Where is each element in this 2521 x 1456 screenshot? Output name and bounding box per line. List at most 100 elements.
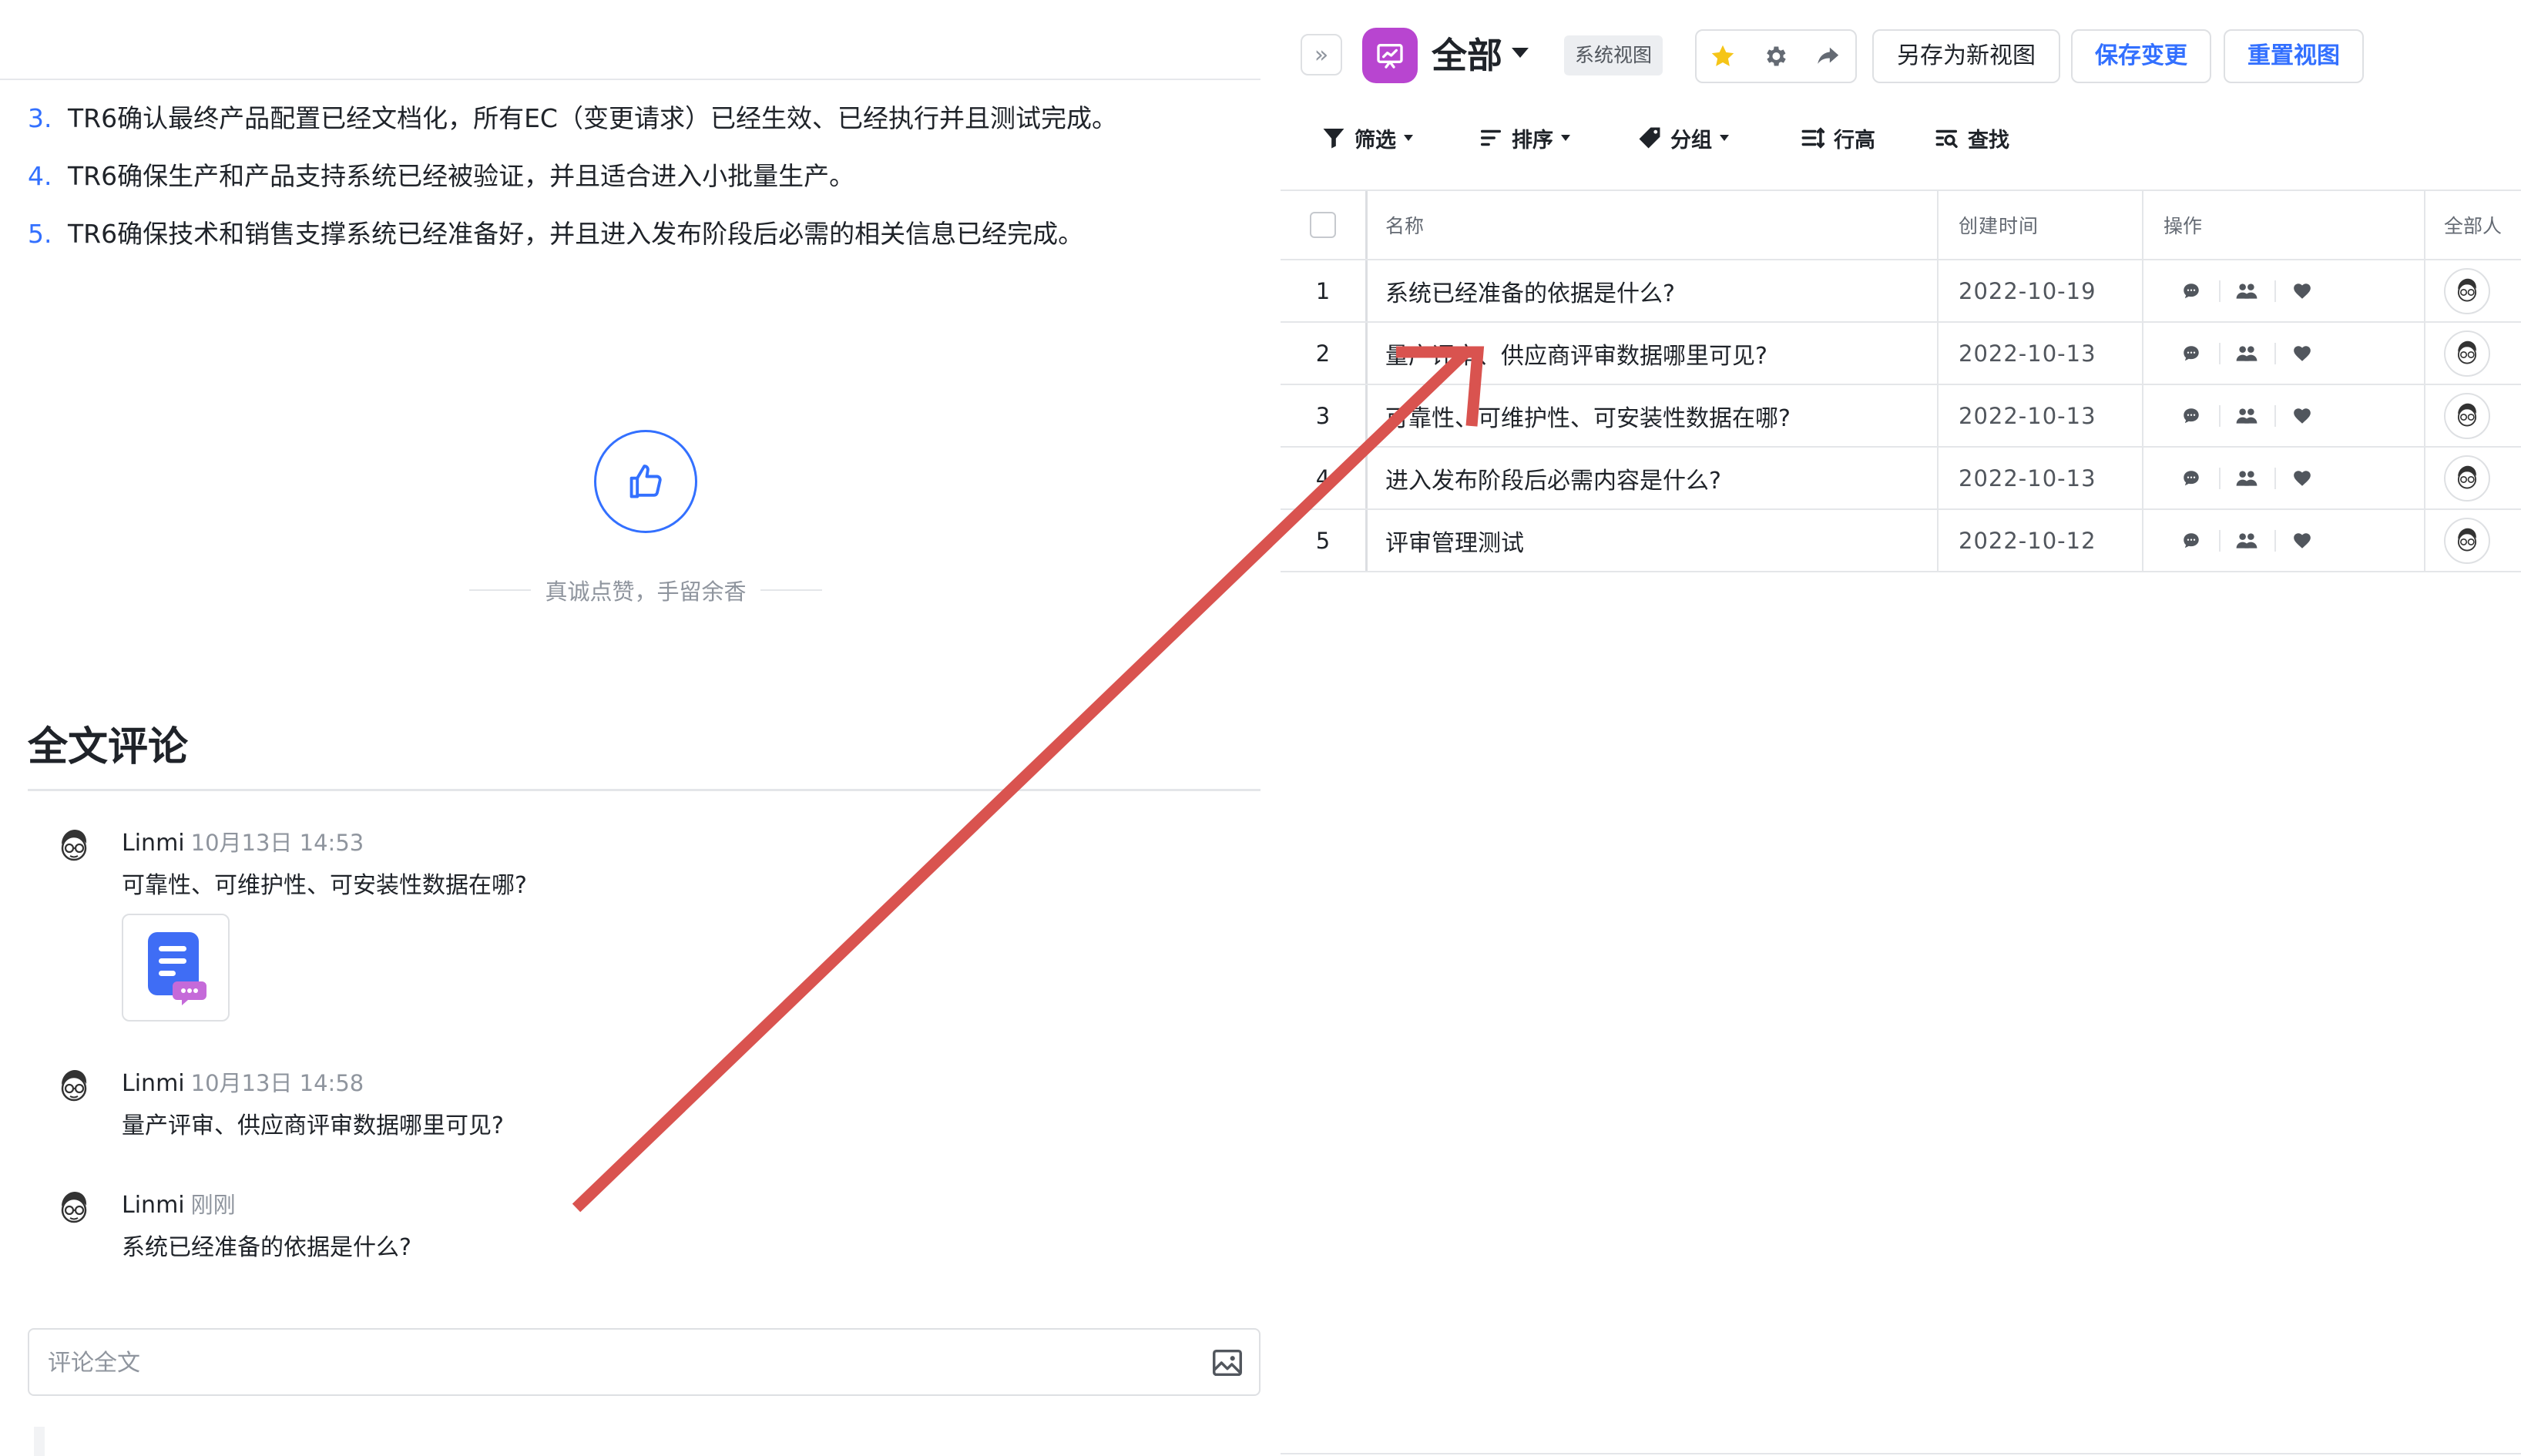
comment-meta: Linmi 10月13日 14:53 bbox=[122, 826, 364, 864]
like-row-button[interactable] bbox=[2274, 463, 2330, 494]
like-row-button[interactable] bbox=[2274, 276, 2330, 307]
row-index: 1 bbox=[1315, 277, 1331, 304]
list-item-text: TR6确保生产和产品支持系统已经被验证，并且适合进入小批量生产。 bbox=[68, 161, 855, 191]
avatar[interactable] bbox=[2444, 267, 2490, 314]
table-row[interactable]: 5 评审管理测试 2022-10-12 bbox=[1281, 510, 2521, 572]
row-name[interactable]: 评审管理测试 bbox=[1367, 510, 1937, 571]
favorite-button[interactable] bbox=[1697, 31, 1749, 82]
comment-input-box bbox=[28, 1328, 1260, 1396]
comment-button[interactable] bbox=[2163, 525, 2219, 556]
avatar[interactable] bbox=[2444, 330, 2490, 377]
filter-button[interactable]: 筛选 bbox=[1321, 120, 1413, 156]
row-created: 2022-10-13 bbox=[1959, 402, 2096, 429]
table-row[interactable]: 2 量产评审、供应商评审数据哪里可见? 2022-10-13 bbox=[1281, 323, 2521, 385]
heart-icon bbox=[2294, 283, 2311, 299]
list-item-number: 3. bbox=[28, 103, 52, 133]
sort-label: 排序 bbox=[1512, 128, 1553, 153]
user-avatar-icon bbox=[2457, 403, 2477, 427]
comment-button[interactable] bbox=[2163, 401, 2219, 431]
document-comment-icon bbox=[148, 932, 206, 1005]
select-all-checkbox[interactable] bbox=[1310, 212, 1336, 238]
list-item-text: TR6确认最终产品配置已经文档化，所有EC（变更请求）已经生效、已经执行并且测试… bbox=[68, 103, 1117, 133]
comment-author[interactable]: Linmi bbox=[122, 1192, 185, 1219]
thumbs-up-icon bbox=[629, 465, 662, 498]
column-header-name[interactable]: 名称 bbox=[1367, 191, 1937, 259]
avatar[interactable] bbox=[2444, 455, 2490, 502]
group-label: 分组 bbox=[1670, 128, 1712, 153]
records-table: 名称 创建时间 操作 全部人 1 系统已经准备的依据是什么? 2022-10-1… bbox=[1281, 190, 2521, 572]
column-header-created[interactable]: 创建时间 bbox=[1939, 191, 2142, 259]
members-button[interactable] bbox=[2219, 276, 2274, 307]
members-button[interactable] bbox=[2219, 401, 2274, 431]
row-member bbox=[2425, 510, 2521, 571]
row-name[interactable]: 量产评审、供应商评审数据哪里可见? bbox=[1367, 323, 1937, 384]
heart-icon bbox=[2294, 532, 2311, 549]
comment-input[interactable] bbox=[48, 1344, 1173, 1382]
like-row-button[interactable] bbox=[2274, 525, 2330, 556]
comment-author[interactable]: Linmi bbox=[122, 830, 185, 857]
heart-icon bbox=[2294, 345, 2311, 361]
table-row[interactable]: 1 系统已经准备的依据是什么? 2022-10-19 bbox=[1281, 260, 2521, 323]
save-as-new-view-button[interactable]: 另存为新视图 bbox=[1872, 29, 2060, 83]
row-member bbox=[2425, 385, 2521, 446]
avatar[interactable] bbox=[2444, 392, 2490, 439]
gear-icon bbox=[1767, 46, 1786, 66]
system-view-badge: 系统视图 bbox=[1564, 35, 1663, 75]
share-button[interactable] bbox=[1801, 31, 1854, 82]
comment-icon bbox=[2184, 470, 2199, 485]
heart-icon bbox=[2294, 470, 2311, 486]
settings-button[interactable] bbox=[1749, 31, 1801, 82]
comment-icon bbox=[2184, 408, 2199, 423]
like-caption-text: 真诚点赞，手留余香 bbox=[545, 579, 747, 605]
members-button[interactable] bbox=[2219, 525, 2274, 556]
avatar bbox=[61, 1192, 87, 1223]
comment-button[interactable] bbox=[2163, 338, 2219, 369]
find-label: 查找 bbox=[1968, 128, 2009, 153]
comments-title: 全文评论 bbox=[28, 724, 189, 770]
table-row[interactable]: 4 进入发布阶段后必需内容是什么? 2022-10-13 bbox=[1281, 448, 2521, 510]
comment-button[interactable] bbox=[2163, 276, 2219, 307]
filter-label: 筛选 bbox=[1354, 128, 1396, 153]
members-button[interactable] bbox=[2219, 463, 2274, 494]
view-title[interactable]: 全部 bbox=[1432, 28, 1502, 83]
image-upload-icon[interactable] bbox=[1210, 1345, 1245, 1381]
row-name[interactable]: 进入发布阶段后必需内容是什么? bbox=[1367, 448, 1937, 508]
comment-icon bbox=[2184, 283, 2199, 298]
avatar[interactable] bbox=[2444, 517, 2490, 564]
users-icon bbox=[2236, 408, 2257, 424]
like-row-button[interactable] bbox=[2274, 338, 2330, 369]
row-height-button[interactable]: 行高 bbox=[1800, 120, 1875, 156]
chevron-double-right-icon: » bbox=[1314, 41, 1329, 69]
list-item: 3. TR6确认最终产品配置已经文档化，所有EC（变更请求）已经生效、已经执行并… bbox=[28, 99, 1230, 156]
like-row-button[interactable] bbox=[2274, 401, 2330, 431]
caret-down-icon bbox=[1404, 135, 1413, 141]
group-button[interactable]: 分组 bbox=[1636, 120, 1729, 156]
list-item-number: 4. bbox=[28, 161, 52, 191]
row-member bbox=[2425, 260, 2521, 321]
comment-attachment[interactable] bbox=[122, 914, 230, 1022]
column-header-ops[interactable]: 操作 bbox=[2143, 191, 2424, 259]
comment-item: Linmi 刚刚 系统已经准备的依据是什么? bbox=[55, 1188, 1211, 1273]
users-icon bbox=[2236, 470, 2257, 486]
sort-button[interactable]: 排序 bbox=[1478, 120, 1570, 156]
avatar bbox=[61, 1070, 87, 1102]
view-dropdown-icon[interactable] bbox=[1512, 48, 1529, 58]
row-name[interactable]: 可靠性、可维护性、可安装性数据在哪? bbox=[1367, 385, 1937, 446]
comment-button[interactable] bbox=[2163, 463, 2219, 494]
row-name[interactable]: 系统已经准备的依据是什么? bbox=[1367, 260, 1937, 321]
table-row[interactable]: 3 可靠性、可维护性、可安装性数据在哪? 2022-10-13 bbox=[1281, 385, 2521, 448]
comment-time: 刚刚 bbox=[190, 1192, 236, 1218]
column-header-all[interactable]: 全部人 bbox=[2425, 191, 2521, 259]
like-button[interactable] bbox=[594, 430, 697, 533]
find-button[interactable]: 查找 bbox=[1934, 120, 2009, 156]
user-avatar-icon bbox=[2457, 341, 2477, 364]
members-button[interactable] bbox=[2219, 338, 2274, 369]
row-member bbox=[2425, 323, 2521, 384]
comment-author[interactable]: Linmi bbox=[122, 1070, 185, 1097]
comment-icon bbox=[2184, 532, 2199, 548]
save-changes-button[interactable]: 保存变更 bbox=[2071, 29, 2211, 83]
expand-sidebar-button[interactable]: » bbox=[1301, 34, 1342, 75]
reset-view-button[interactable]: 重置视图 bbox=[2224, 29, 2364, 83]
row-index: 3 bbox=[1315, 402, 1331, 429]
comment-text: 量产评审、供应商评审数据哪里可见? bbox=[122, 1112, 504, 1139]
